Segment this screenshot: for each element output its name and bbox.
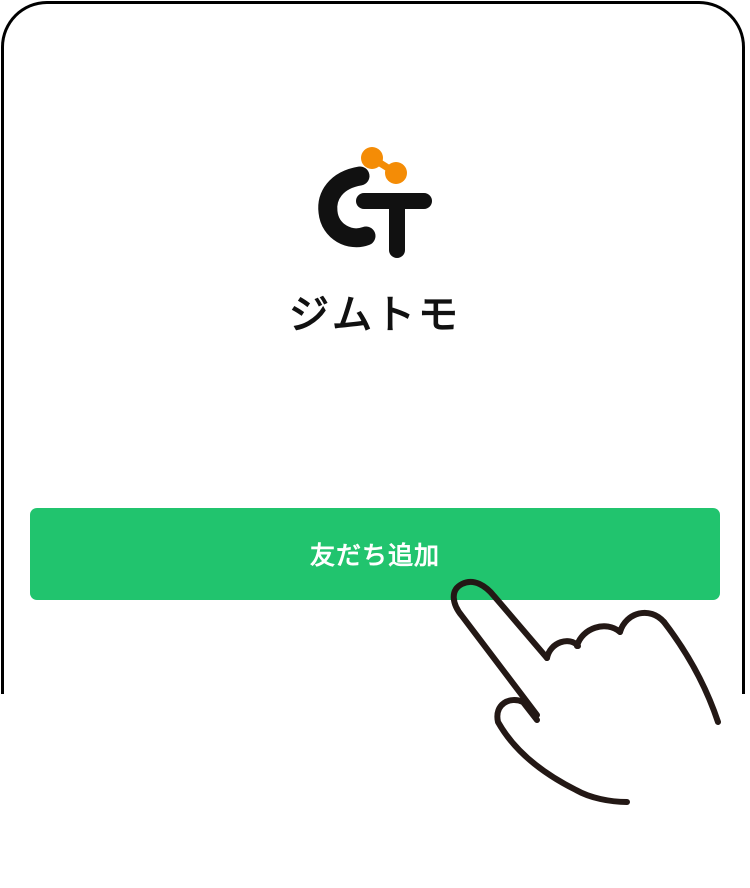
app-title: ジムトモ [289, 292, 461, 338]
gymtomo-logo-icon [318, 147, 432, 258]
tap-hand-icon [450, 578, 721, 805]
